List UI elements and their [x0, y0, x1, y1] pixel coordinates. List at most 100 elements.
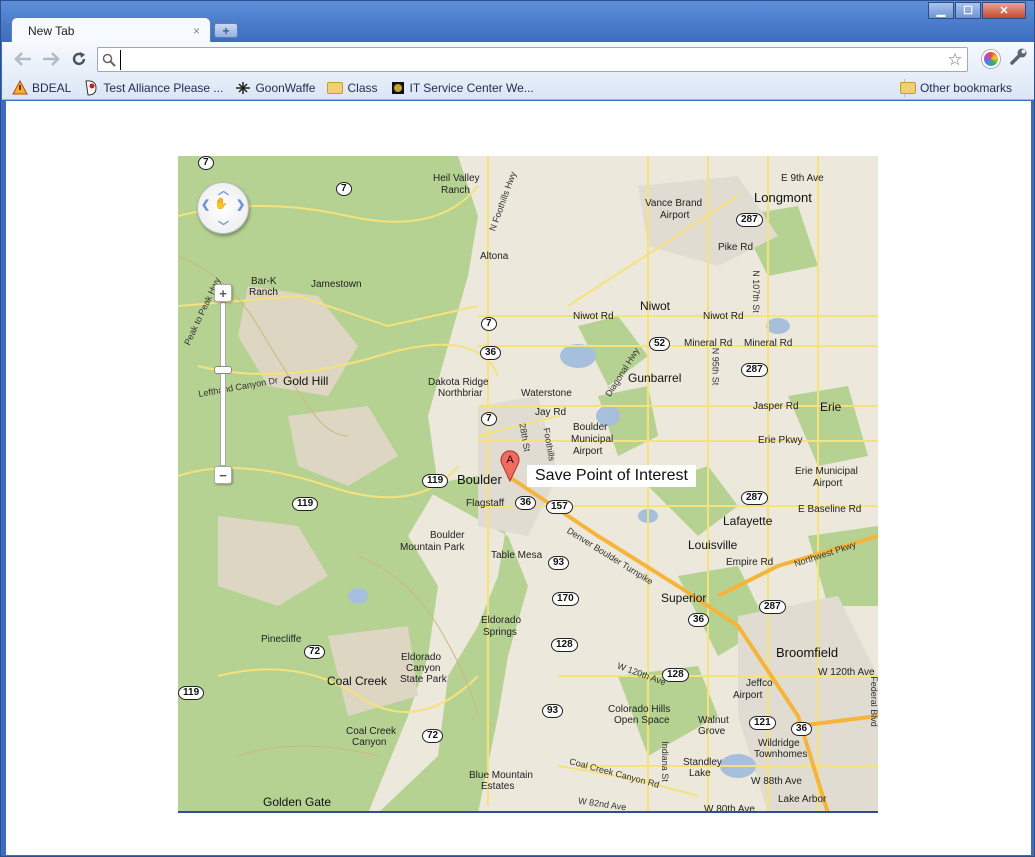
close-window-button[interactable]: ✕ — [982, 2, 1026, 19]
hand-icon: ✋ — [214, 198, 228, 210]
road-label: Mineral Rd — [744, 338, 793, 349]
place-label: Golden Gate — [263, 795, 332, 809]
bookmark-bdeal[interactable]: BDEAL — [12, 80, 71, 96]
map-marker-icon[interactable]: A — [499, 448, 521, 485]
road-label: Jay Rd — [535, 407, 567, 418]
map-view[interactable]: Longmont E 9th Ave Vance Brand Airport P… — [178, 156, 878, 813]
tab-new-tab[interactable]: New Tab × — [11, 17, 211, 43]
bookmark-test-alliance[interactable]: Test Alliance Please ... — [83, 79, 224, 96]
route-shield: 287 — [736, 213, 763, 227]
window-controls: ▁ ☐ ✕ — [927, 2, 1026, 19]
place-label: Lafayette — [723, 514, 773, 528]
wrench-icon[interactable] — [1010, 47, 1028, 70]
bookmark-label: Test Alliance Please ... — [103, 80, 224, 95]
place-label: Estates — [481, 781, 515, 792]
place-label: Ranch — [441, 185, 470, 196]
zoom-out-button[interactable]: − — [214, 466, 232, 484]
route-shield: 7 — [481, 317, 497, 331]
minimize-button[interactable]: ▁ — [928, 2, 954, 19]
place-label: Boulder — [430, 530, 465, 541]
place-label: Mountain Park — [400, 542, 465, 553]
route-shield: 157 — [546, 500, 573, 514]
forward-arrow-icon[interactable] — [38, 46, 64, 72]
place-label: Springs — [483, 627, 517, 638]
place-label: Table Mesa — [491, 550, 543, 561]
zoom-slider-thumb[interactable] — [214, 366, 232, 374]
place-label: Superior — [661, 591, 707, 605]
place-label: Erie — [820, 400, 842, 414]
new-tab-button[interactable]: + — [214, 23, 238, 38]
zoom-in-button[interactable]: + — [214, 284, 232, 302]
site-icon — [83, 79, 99, 96]
road-label: Mineral Rd — [684, 338, 733, 349]
place-label: Louisville — [688, 538, 738, 552]
zoom-slider-track[interactable] — [220, 302, 226, 466]
route-shield: 72 — [304, 645, 326, 659]
bookmark-goonwaffe[interactable]: GoonWaffe — [235, 80, 315, 96]
address-bar[interactable]: ☆ — [97, 47, 968, 72]
site-icon — [235, 80, 251, 96]
place-label: Jamestown — [311, 279, 362, 290]
route-shield: 121 — [749, 716, 776, 730]
route-shield: 287 — [741, 363, 768, 377]
route-shield: 119 — [292, 497, 319, 511]
route-shield: 7 — [198, 156, 214, 170]
save-poi-button[interactable]: Save Point of Interest — [527, 465, 696, 487]
bookmarks-bar: BDEAL Test Alliance Please ... GoonWaffe… — [2, 76, 1034, 100]
place-label: Standley — [683, 757, 722, 768]
place-label: Canyon — [352, 737, 387, 748]
maximize-button[interactable]: ☐ — [955, 2, 981, 19]
search-icon — [98, 49, 120, 71]
page-content: Longmont E 9th Ave Vance Brand Airport P… — [6, 101, 1031, 855]
place-label: Vance Brand — [645, 198, 703, 209]
road-label: Jasper Rd — [753, 401, 799, 412]
page-menu-icon[interactable] — [982, 49, 1000, 68]
route-shield: 287 — [759, 600, 786, 614]
place-label: Dakota Ridge — [428, 377, 489, 388]
road-label: Erie Pkwy — [758, 435, 803, 446]
pan-up-icon[interactable]: ︿ — [218, 182, 229, 198]
reload-icon[interactable] — [66, 46, 92, 72]
folder-icon — [899, 80, 916, 96]
place-label: Airport — [733, 690, 763, 701]
place-label: Longmont — [754, 190, 812, 205]
pan-right-icon[interactable]: ❯ — [236, 198, 245, 211]
place-label: Erie Municipal — [795, 466, 858, 477]
road-label: Pike Rd — [718, 242, 754, 253]
folder-icon — [327, 80, 344, 96]
bookmark-label: Class — [347, 80, 378, 95]
place-label: Flagstaff — [466, 498, 505, 509]
bookmark-label: IT Service Center We... — [409, 80, 534, 95]
pan-control[interactable]: ︿ ﹀ ❮ ❯ ✋ — [197, 182, 249, 234]
other-bookmarks-folder[interactable]: Other bookmarks — [899, 80, 1012, 96]
marker-letter: A — [506, 454, 514, 466]
place-label: Blue Mountain — [469, 770, 533, 781]
bookmark-it-service[interactable]: IT Service Center We... — [390, 80, 534, 96]
back-arrow-icon[interactable] — [10, 46, 36, 72]
tab-close-icon[interactable]: × — [193, 24, 200, 38]
place-label: Ranch — [249, 287, 278, 298]
route-shield: 36 — [688, 613, 710, 627]
road-label: E Baseline Rd — [798, 504, 862, 515]
place-label: Niwot — [640, 299, 671, 313]
url-input[interactable] — [120, 49, 943, 70]
warning-icon — [12, 80, 28, 96]
route-shield: 128 — [662, 668, 689, 682]
place-label: Grove — [698, 726, 726, 737]
road-label: N 95th St — [710, 347, 721, 386]
bookmark-folder-class[interactable]: Class — [327, 80, 378, 96]
place-label: Lake Arbor — [778, 794, 827, 805]
bookmark-star-icon[interactable]: ☆ — [943, 50, 967, 70]
road-label: Niwot Rd — [573, 311, 614, 322]
place-label: Gold Hill — [283, 374, 329, 388]
route-shield: 170 — [552, 592, 579, 606]
place-label: Broomfield — [776, 645, 839, 660]
place-label: Heil Valley — [433, 173, 480, 184]
pan-left-icon[interactable]: ❮ — [201, 198, 210, 211]
place-label: Canyon — [406, 663, 441, 674]
pan-down-icon[interactable]: ﹀ — [218, 218, 229, 234]
place-label: Coal Creek — [327, 674, 388, 688]
browser-window: ▁ ☐ ✕ New Tab × + ☆ BDEAL Test Alliance … — [0, 0, 1035, 857]
route-shield: 7 — [481, 412, 497, 426]
place-label: Pinecliffe — [261, 634, 302, 645]
